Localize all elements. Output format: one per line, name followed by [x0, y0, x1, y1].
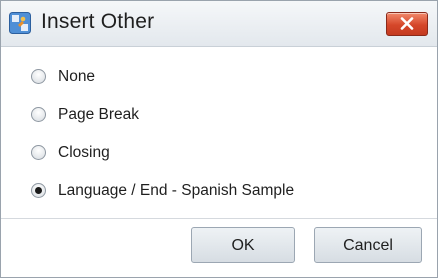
title-bar[interactable]: Insert Other — [1, 1, 437, 47]
footer-divider — [1, 218, 437, 219]
option-label: Page Break — [58, 106, 139, 123]
dialog-title: Insert Other — [41, 10, 155, 33]
close-icon — [400, 17, 414, 30]
option-label: None — [58, 68, 96, 85]
insert-component-icon — [9, 12, 31, 34]
ok-button[interactable]: OK — [191, 227, 295, 263]
cancel-button[interactable]: Cancel — [314, 227, 422, 263]
radio-page-break[interactable] — [31, 107, 46, 122]
insert-other-dialog: Insert Other None Page Break Closing Lan… — [0, 0, 438, 278]
option-label: Closing — [58, 144, 110, 161]
radio-none[interactable] — [31, 69, 46, 84]
radio-closing[interactable] — [31, 145, 46, 160]
radio-language-end[interactable] — [31, 183, 46, 198]
option-label: Language / End - Spanish Sample — [58, 182, 295, 199]
close-button[interactable] — [386, 12, 428, 36]
